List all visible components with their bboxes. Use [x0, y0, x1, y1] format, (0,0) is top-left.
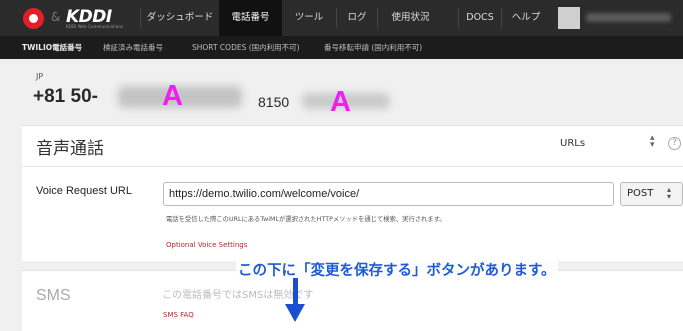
save-button-annotation: この下に「変更を保存する」ボタンがあります。 [236, 259, 558, 280]
user-name-redacted[interactable] [586, 13, 671, 22]
nav-usage[interactable]: 使用状況 [378, 0, 443, 36]
voice-request-url-label: Voice Request URL [36, 185, 132, 197]
brand-ampersand: & [51, 10, 61, 24]
voice-request-url-input[interactable] [163, 182, 614, 206]
user-avatar[interactable] [558, 7, 580, 29]
nav-logs[interactable]: ログ [337, 0, 377, 36]
config-mode-select[interactable]: URLs [560, 138, 585, 149]
sms-faq-link[interactable]: SMS FAQ [163, 311, 194, 319]
nav-dashboard[interactable]: ダッシュボード [141, 0, 219, 36]
brand-logo[interactable]: & KDDI KDDI Web Communications [0, 0, 140, 36]
subnav-verified-numbers[interactable]: 検証済み電話番号 [103, 36, 163, 59]
kddi-logo-subtext: KDDI Web Communications [66, 24, 124, 29]
http-method-value[interactable]: POST [627, 188, 653, 199]
method-chevron-icon[interactable]: ▴ ▾ [667, 186, 671, 201]
down-arrow-head-icon [285, 304, 305, 322]
voice-section-title: 音声通話 [36, 139, 104, 158]
subnav-short-codes[interactable]: SHORT CODES (国内利用不可) [192, 36, 300, 59]
sms-disabled-text: この電話番号ではSMSは無効です [162, 290, 314, 301]
twilio-logo-icon [23, 8, 44, 29]
optional-voice-settings-link[interactable]: Optional Voice Settings [166, 241, 247, 249]
nav-phone-numbers[interactable]: 電話番号 [219, 0, 282, 36]
nav-tools[interactable]: ツール [282, 0, 336, 36]
annotation-marker-a: A [162, 80, 183, 112]
annotation-marker-a: A [330, 86, 351, 118]
nav-help[interactable]: ヘルプ [502, 0, 550, 36]
friendly-name: 8150 [258, 94, 290, 110]
section-divider [22, 166, 683, 167]
top-nav: & KDDI KDDI Web Communications ダッシュボード 電… [0, 0, 683, 36]
subnav-twilio-numbers[interactable]: TWILIO電話番号 [22, 36, 82, 59]
sms-section-title: SMS [36, 287, 71, 304]
down-arrow-icon [293, 278, 298, 306]
subnav-port-request[interactable]: 番号移転申請 (国内利用不可) [324, 36, 422, 59]
nav-docs[interactable]: DOCS [459, 0, 501, 36]
voice-url-help-text: 電話を受信した際このURLにあるTwiMLが選択されたHTTPメソッドを通じて検… [166, 216, 446, 223]
sub-nav: TWILIO電話番号 検証済み電話番号 SHORT CODES (国内利用不可)… [0, 36, 683, 59]
country-code: JP [36, 72, 44, 81]
phone-number-config-page: & KDDI KDDI Web Communications ダッシュボード 電… [0, 0, 683, 331]
select-chevron-icon[interactable]: ▴ ▾ [650, 134, 655, 150]
phone-number-title: +81 50- [33, 86, 98, 107]
help-icon[interactable]: ? [668, 137, 681, 150]
